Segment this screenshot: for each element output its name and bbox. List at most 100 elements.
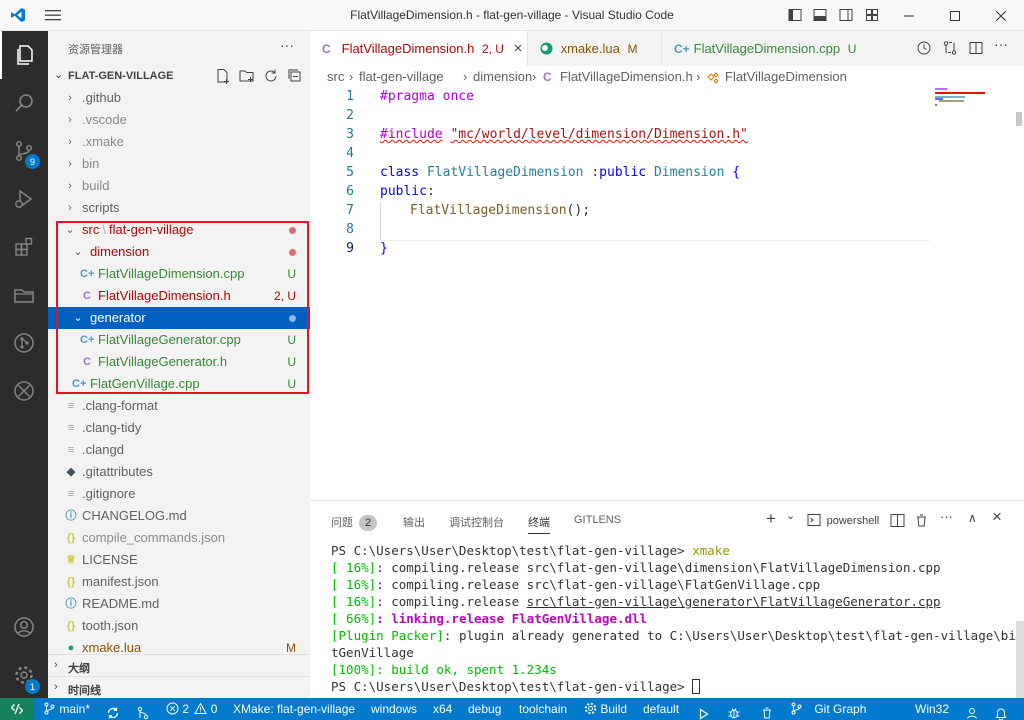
panel-more-button[interactable]: ··· — [940, 509, 953, 524]
terminal-instance[interactable]: powershell — [807, 512, 879, 527]
maximize-button[interactable] — [932, 0, 978, 31]
compare-changes-icon[interactable] — [942, 40, 958, 56]
xmake-toolchain[interactable]: toolchain — [519, 698, 567, 720]
file-tree-row[interactable]: C+ FlatVillageGenerator.cpp U — [48, 329, 310, 351]
terminal-scrollbar[interactable] — [1016, 621, 1024, 699]
accounts-icon[interactable] — [0, 603, 48, 651]
tab-terminal[interactable]: 终端 — [528, 514, 550, 534]
toggle-secondary-sidebar-icon[interactable] — [838, 7, 854, 23]
xmake-mode[interactable]: debug — [468, 698, 501, 720]
explorer-icon[interactable] — [0, 31, 48, 79]
tab-gitlens[interactable]: GITLENS — [574, 514, 621, 526]
notifications-bell-icon[interactable] — [994, 702, 1008, 720]
terminal-file-link[interactable]: src\flat-gen-village\generator\FlatVilla… — [527, 594, 941, 609]
new-folder-icon[interactable] — [238, 67, 256, 85]
scrollbar-marker[interactable] — [1016, 112, 1022, 126]
file-tree-row[interactable]: C FlatVillageDimension.h 2, U — [48, 285, 310, 307]
xmake-platform[interactable]: windows — [371, 698, 417, 720]
open-changes-history-icon[interactable] — [916, 40, 932, 56]
search-icon[interactable] — [0, 79, 48, 127]
refresh-icon[interactable] — [262, 67, 280, 85]
account-feedback-icon[interactable] — [965, 702, 979, 720]
remote-indicator[interactable] — [0, 698, 34, 720]
file-tree-row[interactable]: ⌄ dimension — [48, 241, 310, 263]
split-terminal-icon[interactable] — [890, 513, 905, 528]
file-tree-row[interactable]: {} tooth.json — [48, 615, 310, 637]
file-tree-row[interactable]: ≡ .clang-format — [48, 395, 310, 417]
gitlens-icon[interactable] — [0, 319, 48, 367]
extensions-icon[interactable] — [0, 223, 48, 271]
file-tree-row[interactable]: ♕ LICENSE — [48, 549, 310, 571]
file-tree-row[interactable]: › bin — [48, 153, 310, 175]
new-file-icon[interactable] — [214, 67, 232, 85]
file-tree-row[interactable]: ⌄ src \ flat-gen-village — [48, 219, 310, 241]
file-tree-row[interactable]: ≡ .clangd — [48, 439, 310, 461]
close-window-button[interactable] — [978, 0, 1024, 31]
tab-debug-console[interactable]: 调试控制台 — [449, 514, 504, 530]
toggle-panel-icon[interactable] — [812, 7, 828, 23]
tab-flatvillagedimension-cpp[interactable]: C+ FlatVillageDimension.cpp U — [661, 31, 881, 66]
timeline-section-header[interactable]: › 时间线 — [48, 676, 310, 698]
file-tree-row[interactable]: ≡ .clang-tidy — [48, 417, 310, 439]
workspace-section-header[interactable]: ⌄ FLAT-GEN-VILLAGE — [48, 65, 310, 87]
source-control-icon[interactable]: 9 — [0, 127, 48, 175]
file-tree-row[interactable]: › scripts — [48, 197, 310, 219]
run-debug-icon[interactable] — [0, 175, 48, 223]
toggle-sidebar-icon[interactable] — [787, 7, 803, 23]
xmake-project-status[interactable]: XMake: flat-gen-village — [233, 698, 355, 720]
customize-layout-icon[interactable] — [864, 7, 880, 23]
breadcrumb-flat-gen-village[interactable]: flat-gen-village — [359, 66, 444, 88]
tab-output[interactable]: 输出 — [403, 514, 425, 530]
minimap[interactable] — [935, 88, 1010, 148]
sync-icon[interactable] — [106, 702, 120, 720]
trash-icon[interactable] — [914, 513, 929, 528]
collapse-all-icon[interactable] — [286, 67, 304, 85]
file-tree-row[interactable]: ≡ .gitignore — [48, 483, 310, 505]
file-tree-row[interactable]: › .vscode — [48, 109, 310, 131]
xmake-build-button[interactable]: Build — [584, 698, 627, 720]
file-tree-row[interactable]: ⓘ CHANGELOG.md — [48, 505, 310, 527]
split-editor-icon[interactable] — [968, 40, 984, 56]
file-tree-row[interactable]: › build — [48, 175, 310, 197]
sidebar-more-button[interactable]: ··· — [280, 37, 294, 53]
file-tree-row[interactable]: C FlatVillageGenerator.h U — [48, 351, 310, 373]
file-tree-row[interactable]: › .github — [48, 87, 310, 109]
minimize-button[interactable] — [886, 0, 932, 31]
run-icon[interactable] — [698, 703, 710, 720]
clean-icon[interactable] — [760, 702, 774, 720]
tab-problems[interactable]: 问题 2 — [331, 514, 377, 531]
close-panel-button[interactable]: × — [992, 507, 1002, 527]
remote-explorer-icon[interactable] — [0, 271, 48, 319]
git-graph-status-icon[interactable] — [136, 702, 150, 720]
file-tree-row[interactable]: ◆ .gitattributes — [48, 461, 310, 483]
terminal-launch-profile-chevron-icon[interactable]: ⌄ — [786, 509, 795, 522]
debug-icon[interactable] — [727, 702, 741, 720]
xmake-os-target[interactable]: Win32 — [915, 698, 949, 720]
new-terminal-button[interactable]: + — [766, 509, 776, 529]
xmake-arch[interactable]: x64 — [433, 698, 452, 720]
breadcrumb-file[interactable]: FlatVillageDimension.h — [560, 66, 693, 88]
editor-more-button[interactable]: ··· — [994, 36, 1010, 52]
file-tree-row[interactable]: C+ FlatVillageDimension.cpp U — [48, 263, 310, 285]
file-tree-row[interactable]: {} manifest.json — [48, 571, 310, 593]
git-graph-button[interactable]: Git Graph — [790, 698, 866, 720]
maximize-panel-button[interactable]: ∧ — [968, 511, 977, 525]
file-tree-row[interactable]: C+ FlatGenVillage.cpp U — [48, 373, 310, 395]
branch-status[interactable]: main* — [43, 698, 90, 720]
xmake-target[interactable]: default — [643, 698, 679, 720]
breadcrumb-src[interactable]: src — [327, 66, 344, 88]
breadcrumb-symbol[interactable]: FlatVillageDimension — [725, 66, 847, 88]
close-tab-icon[interactable]: × — [514, 40, 523, 57]
problems-status[interactable]: 2 0 — [166, 698, 217, 720]
xmake-icon[interactable] — [0, 367, 48, 415]
manage-gear-icon[interactable]: 1 — [0, 651, 48, 699]
file-tree-row[interactable]: ⓘ README.md — [48, 593, 310, 615]
breadcrumb-dimension[interactable]: dimension — [473, 66, 532, 88]
tab-xmake-lua[interactable]: xmake.lua M — [527, 31, 661, 66]
code-editor[interactable]: 1 2 3 4 5 6 7 8 9 #pragma once #include … — [310, 88, 1024, 498]
file-tree-row[interactable]: ⌄ generator — [48, 307, 310, 329]
file-tree-row[interactable]: › .xmake — [48, 131, 310, 153]
tab-flatvillagedimension-h[interactable]: C FlatVillageDimension.h 2, U × — [310, 31, 527, 66]
file-tree-row[interactable]: {} compile_commands.json — [48, 527, 310, 549]
outline-section-header[interactable]: › 大纲 — [48, 654, 310, 676]
